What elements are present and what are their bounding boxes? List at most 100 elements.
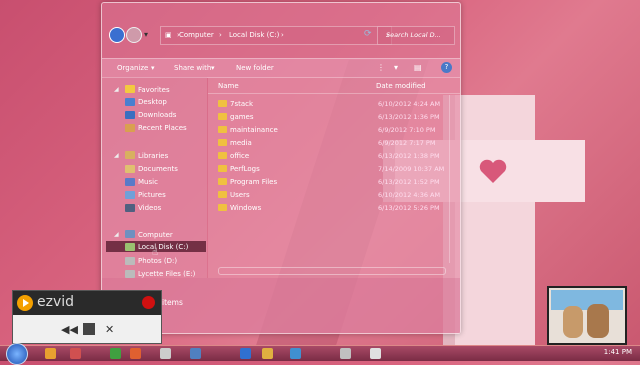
nav-videos[interactable]: Videos (138, 204, 161, 212)
ezvid-recorder: ezvid ◀◀ ✕ (12, 290, 162, 344)
share-chevron-icon: ▾ (211, 64, 215, 72)
table-row[interactable]: maintainance 6/9/2012 7:10 PM (208, 123, 460, 136)
search-input[interactable]: Search Local D... ⌕ (377, 26, 455, 45)
desktop-icon (125, 98, 135, 106)
stop-button[interactable] (83, 323, 95, 335)
favorites-group[interactable]: Favorites (138, 86, 170, 94)
ezvid-brand: ezvid (37, 294, 75, 310)
ezvid-play-logo-icon (17, 295, 33, 311)
table-row[interactable]: PerfLogs 7/14/2009 10:37 AM (208, 162, 460, 175)
view-chevron-icon[interactable]: ▾ (394, 63, 398, 72)
forward-button[interactable] (126, 27, 142, 43)
nav-downloads[interactable]: Downloads (138, 111, 176, 119)
app-icon[interactable] (340, 348, 351, 359)
folder-icon (218, 139, 227, 146)
table-row[interactable]: Windows 6/13/2012 5:26 PM (208, 201, 460, 214)
column-date-modified[interactable]: Date modified (376, 82, 426, 90)
search-icon[interactable]: ⌕ (386, 31, 451, 40)
video-thumbnail[interactable] (547, 286, 627, 345)
new-folder-button[interactable]: New folder (236, 64, 274, 72)
app-icon[interactable] (240, 348, 251, 359)
table-row[interactable]: Users 6/10/2012 4:36 AM (208, 188, 460, 201)
table-row[interactable]: media 6/9/2012 7:17 PM (208, 136, 460, 149)
app-icon[interactable] (45, 348, 56, 359)
app-icon[interactable] (160, 348, 171, 359)
videos-icon (125, 204, 135, 212)
taskbar-clock[interactable]: 1:41 PM (604, 348, 632, 356)
collapse-computer-icon[interactable]: ◢ (114, 231, 119, 238)
folder-taskbar-icon[interactable] (262, 348, 273, 359)
folder-icon (218, 178, 227, 185)
drive-e-icon (125, 270, 135, 278)
folder-icon (218, 126, 227, 133)
preview-pane-icon[interactable]: ▤ (414, 63, 422, 72)
close-icon[interactable]: ✕ (105, 323, 114, 336)
collapse-libraries-icon[interactable]: ◢ (114, 152, 119, 159)
record-button[interactable] (142, 296, 155, 309)
app-icon[interactable] (130, 348, 141, 359)
table-row[interactable]: Program Files 6/13/2012 1:52 PM (208, 175, 460, 188)
recent-places-icon (125, 124, 135, 132)
nav-music[interactable]: Music (138, 178, 158, 186)
app-icon[interactable] (110, 348, 121, 359)
app-icon[interactable] (290, 348, 301, 359)
folder-icon (218, 113, 227, 120)
breadcrumb-local-disk[interactable]: Local Disk (C:) (229, 31, 279, 39)
taskbar: 1:41 PM (0, 343, 640, 365)
explorer-window: ▾ ▣ › Computer › Local Disk (C:) › ⟳ Sea… (101, 2, 461, 334)
downloads-icon (125, 111, 135, 119)
app-icon[interactable] (190, 348, 201, 359)
recent-pages-icon[interactable]: ▾ (144, 30, 148, 39)
title-bar: ▾ ▣ › Computer › Local Disk (C:) › ⟳ Sea… (102, 3, 460, 58)
ezvid-header: ezvid (13, 291, 161, 315)
computer-drive-icon: ▣ (165, 31, 172, 39)
organize-chevron-icon: ▾ (151, 64, 155, 72)
item-count-label: items (162, 298, 183, 307)
table-row[interactable]: games 6/13/2012 1:36 PM (208, 110, 460, 123)
nav-lycette-drive[interactable]: Lycette Files (E:) (138, 270, 195, 278)
nav-pictures[interactable]: Pictures (138, 191, 166, 199)
nav-desktop[interactable]: Desktop (138, 98, 167, 106)
folder-icon (218, 191, 227, 198)
thumbnail-sky (551, 290, 623, 310)
star-icon (125, 85, 135, 93)
refresh-icon[interactable]: ⟳ (364, 29, 372, 39)
folder-icon (218, 100, 227, 107)
breadcrumb-computer[interactable]: Computer (179, 31, 214, 39)
drive-d-icon (125, 257, 135, 265)
vertical-scrollbar[interactable] (449, 95, 458, 263)
pictures-icon (125, 191, 135, 199)
table-row[interactable]: office 6/13/2012 1:38 PM (208, 149, 460, 162)
computer-group[interactable]: Computer (138, 231, 173, 239)
table-row[interactable]: 7stack 6/10/2012 4:24 AM (208, 97, 460, 110)
mouse-cursor-icon: ☝ (152, 247, 159, 258)
wallpaper-cross-vertical (455, 95, 535, 360)
horizontal-scrollbar[interactable] (208, 265, 460, 275)
doll-figure (563, 306, 583, 338)
start-button[interactable] (6, 343, 28, 365)
scroll-thumb[interactable] (218, 267, 446, 275)
column-name[interactable]: Name (218, 82, 239, 90)
local-disk-icon (125, 243, 135, 251)
collapse-favorites-icon[interactable]: ◢ (114, 86, 119, 93)
app-icon[interactable] (370, 348, 381, 359)
folder-icon (218, 204, 227, 211)
address-bar[interactable]: ▣ › Computer › Local Disk (C:) › (160, 26, 392, 45)
view-options-icon[interactable]: ⋮ (377, 63, 385, 72)
file-list: Name Date modified 7stack 6/10/2012 4:24 … (208, 77, 460, 278)
organize-button[interactable]: Organize (117, 64, 148, 72)
nav-recent-places[interactable]: Recent Places (138, 124, 187, 132)
music-icon (125, 178, 135, 186)
nav-local-disk[interactable]: Local Disk (C:) (138, 243, 188, 251)
app-icon[interactable] (70, 348, 81, 359)
computer-icon (125, 230, 135, 238)
nav-photos-drive[interactable]: Photos (D:) (138, 257, 177, 265)
libraries-group[interactable]: Libraries (138, 152, 168, 160)
folder-icon (218, 165, 227, 172)
back-button[interactable] (109, 27, 125, 43)
share-with-button[interactable]: Share with (174, 64, 211, 72)
rewind-icon[interactable]: ◀◀ (61, 323, 78, 336)
nav-documents[interactable]: Documents (138, 165, 178, 173)
help-icon[interactable]: ? (441, 62, 452, 73)
documents-icon (125, 165, 135, 173)
